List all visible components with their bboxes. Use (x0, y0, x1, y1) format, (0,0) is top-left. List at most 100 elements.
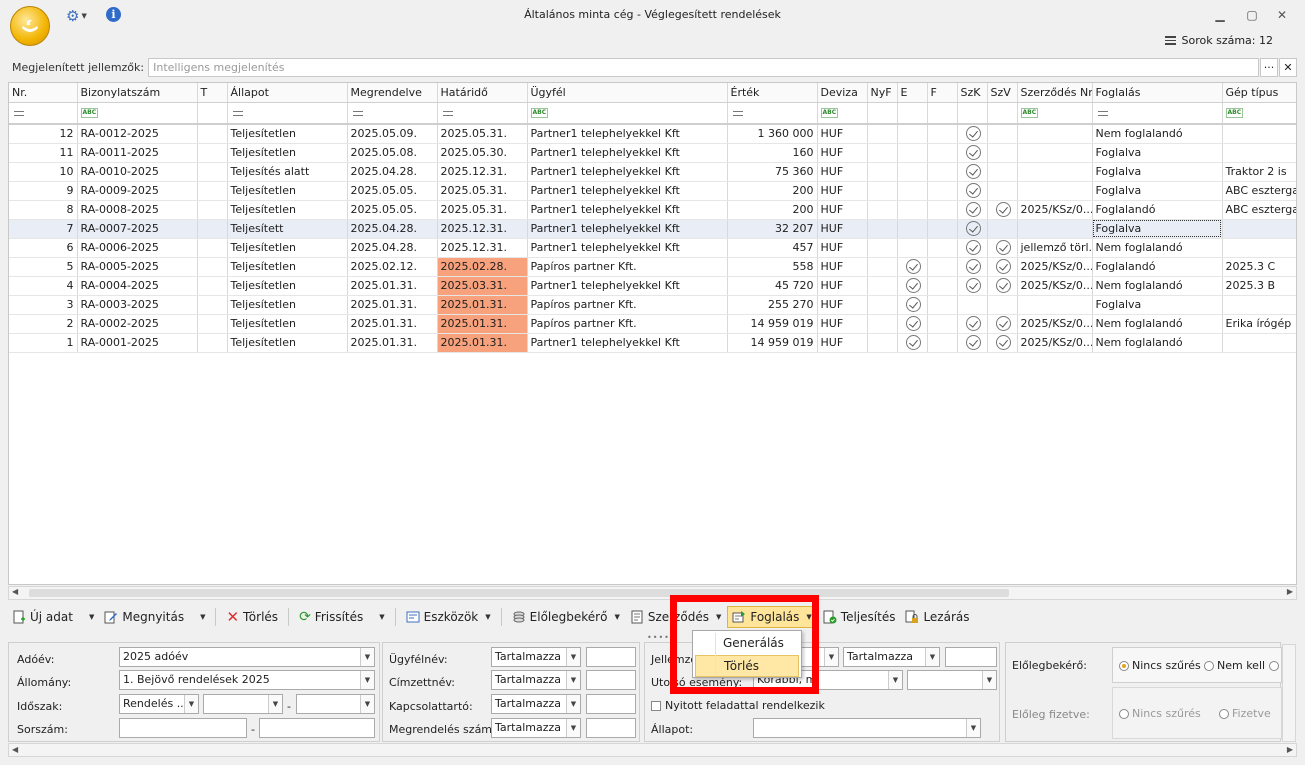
ordernum-input[interactable] (586, 718, 636, 738)
chevron-down-icon[interactable]: ▼ (614, 613, 619, 621)
column-header[interactable]: Állapot (227, 83, 348, 103)
scroll-thumb[interactable] (29, 589, 1009, 597)
chevron-down-icon[interactable]: ▼ (566, 695, 580, 713)
chevron-down-icon[interactable]: ▼ (806, 613, 811, 621)
filter-eq-icon[interactable] (227, 102, 348, 125)
settings-gear-icon[interactable]: ⚙ ▼ (66, 7, 92, 25)
period-from-input[interactable]: ▼ (203, 694, 283, 714)
recipient-match-select[interactable]: Tartalmazza ▼ (491, 670, 581, 690)
chevron-down-icon[interactable]: ▼ (184, 695, 198, 713)
table-row[interactable]: 8 RA-0008-2025 Teljesítetlen 2025.05.05. 202… (9, 200, 1296, 220)
serial-from-input[interactable] (119, 718, 247, 738)
filter-abc-icon[interactable]: ABC (1017, 102, 1093, 125)
table-row[interactable]: 3 RA-0003-2025 Teljesítetlen 2025.01.31. 202… (9, 295, 1296, 315)
radio-not-needed[interactable]: Nem kell (1204, 659, 1265, 672)
maximize-icon[interactable]: ▢ (1242, 6, 1262, 24)
contract-button[interactable]: Szerződés ▼ (626, 606, 726, 628)
ordernum-match-select[interactable]: Tartalmazza ▼ (491, 718, 581, 738)
customer-match-select[interactable]: Tartalmazza ▼ (491, 647, 581, 667)
chevron-down-icon[interactable]: ▼ (716, 613, 721, 621)
contact-match-select[interactable]: Tartalmazza ▼ (491, 694, 581, 714)
column-header[interactable]: Foglalás (1092, 83, 1223, 103)
open-button[interactable]: Megnyitás ▼ (100, 606, 209, 628)
period-type-select[interactable]: Rendelés ... ▼ (119, 694, 199, 714)
chevron-down-icon[interactable]: ▼ (360, 648, 374, 666)
chevron-down-icon[interactable]: ▼ (824, 648, 838, 666)
state-select[interactable]: ▼ (753, 718, 981, 738)
column-header[interactable]: Érték (727, 83, 818, 103)
scroll-right-icon[interactable]: ▶ (1287, 745, 1293, 754)
chevron-down-icon[interactable]: ▼ (982, 671, 996, 689)
chevron-down-icon[interactable]: ▼ (360, 695, 374, 713)
chevron-down-icon[interactable]: ▼ (360, 671, 374, 689)
column-header[interactable]: SzV (987, 83, 1018, 103)
radio-no-filter[interactable]: Nincs szűrés (1119, 659, 1201, 672)
scroll-left-icon[interactable]: ◀ (12, 587, 18, 596)
chevron-down-icon[interactable]: ▼ (566, 648, 580, 666)
tools-button[interactable]: Eszközök ▼ (402, 606, 495, 628)
column-header[interactable]: NyF (867, 83, 898, 103)
radio-other[interactable] (1269, 659, 1282, 672)
delete-button[interactable]: ✕ Törlés (222, 606, 282, 628)
chevron-down-icon[interactable]: ▼ (566, 671, 580, 689)
table-row[interactable]: 12 RA-0012-2025 Teljesítetlen 2025.05.09. 20… (9, 124, 1296, 144)
chevron-down-icon[interactable]: ▼ (268, 695, 282, 713)
filter-eq-icon[interactable] (347, 102, 438, 125)
new-button[interactable]: Új adat ▼ (8, 606, 98, 628)
column-header[interactable]: E (897, 83, 928, 103)
chevron-down-icon[interactable]: ▼ (566, 719, 580, 737)
period-to-input[interactable]: ▼ (296, 694, 375, 714)
year-select[interactable]: 2025 adóév ▼ (119, 647, 375, 667)
recipient-input[interactable] (586, 670, 636, 690)
filter-abc-icon[interactable]: ABC (817, 102, 868, 125)
table-row[interactable]: 10 RA-0010-2025 Teljesítés alatt 2025.04.28… (9, 162, 1296, 182)
column-header[interactable]: T (197, 83, 228, 103)
chevron-down-icon[interactable]: ▼ (89, 613, 94, 621)
column-header[interactable]: Ügyfél (527, 83, 728, 103)
close-order-button[interactable]: Lezárás (901, 606, 973, 628)
column-header[interactable]: Határidő (437, 83, 528, 103)
filter-eq-icon[interactable] (437, 102, 528, 125)
smart-display-input[interactable]: Intelligens megjelenítés (148, 58, 1259, 77)
table-row[interactable]: 9 RA-0009-2025 Teljesítetlen 2025.05.05. 202… (9, 181, 1296, 201)
table-row[interactable]: 1 RA-0001-2025 Teljesítetlen 2025.01.31. 202… (9, 333, 1296, 353)
chevron-down-icon[interactable]: ▼ (925, 648, 939, 666)
column-header[interactable]: Gép típus (1222, 83, 1296, 103)
chevron-down-icon[interactable]: ▼ (966, 719, 980, 737)
feature-input[interactable] (945, 647, 997, 667)
filters-vertical-scrollbar[interactable] (1282, 644, 1296, 742)
menu-item-delete[interactable]: Törlés (695, 655, 799, 677)
chevron-down-icon[interactable]: ▼ (888, 671, 902, 689)
filter-abc-icon[interactable]: ABC (1222, 102, 1296, 125)
table-row[interactable]: 6 RA-0006-2025 Teljesítetlen 2025.04.28. 202… (9, 238, 1296, 258)
radio-paid[interactable]: Fizetve (1219, 707, 1271, 720)
table-row[interactable]: 11 RA-0011-2025 Teljesítetlen 2025.05.08. 20… (9, 143, 1296, 163)
filter-eq-icon[interactable] (1092, 102, 1223, 125)
radio-paid-no-filter[interactable]: Nincs szűrés (1119, 707, 1201, 720)
file-select[interactable]: 1. Bejövő rendelések 2025 ▼ (119, 670, 375, 690)
table-row[interactable]: 2 RA-0002-2025 Teljesítetlen 2025.01.31. 202… (9, 314, 1296, 334)
column-header[interactable]: SzK (957, 83, 988, 103)
more-options-button[interactable]: ··· (1260, 58, 1278, 77)
column-header[interactable]: Megrendelve (347, 83, 438, 103)
table-row[interactable]: 4 RA-0004-2025 Teljesítetlen 2025.01.31. 202… (9, 276, 1296, 296)
close-window-icon[interactable]: ✕ (1272, 6, 1292, 24)
menu-item-generate[interactable]: Generálás (695, 632, 799, 654)
refresh-button[interactable]: ⟳ Frissítés ▼ (295, 606, 389, 628)
chevron-down-icon[interactable]: ▼ (200, 613, 205, 621)
filter-abc-icon[interactable]: ABC (527, 102, 728, 125)
last-event-type-select[interactable]: ▼ (907, 670, 997, 690)
filters-horizontal-scrollbar[interactable]: ◀ ▶ (8, 743, 1297, 757)
scroll-right-icon[interactable]: ▶ (1287, 587, 1293, 596)
open-task-checkbox[interactable]: Nyitott feladattal rendelkezik (651, 699, 825, 712)
feature-match-select[interactable]: Tartalmazza ▼ (843, 647, 940, 667)
column-header[interactable]: Szerződés Nr. (1017, 83, 1093, 103)
column-header[interactable]: F (927, 83, 958, 103)
contact-input[interactable] (586, 694, 636, 714)
prepayment-request-button[interactable]: Előlegbekérő ▼ (508, 606, 624, 628)
clear-filter-button[interactable]: ✕ (1279, 58, 1297, 77)
column-header[interactable]: Deviza (817, 83, 868, 103)
filter-abc-icon[interactable]: ABC (77, 102, 198, 125)
chevron-down-icon[interactable]: ▼ (485, 613, 490, 621)
info-icon[interactable]: i (106, 7, 121, 22)
